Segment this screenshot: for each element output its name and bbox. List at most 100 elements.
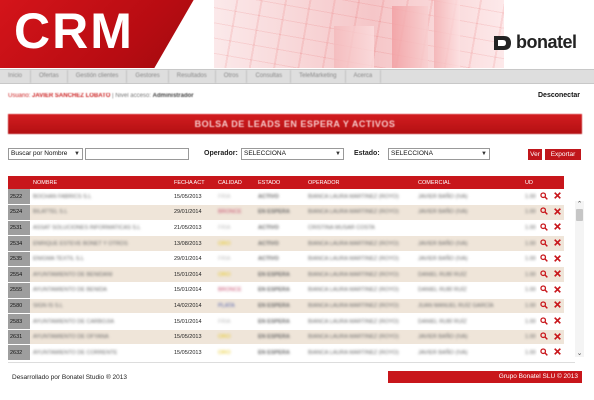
view-lead-search-icon[interactable] (540, 316, 548, 327)
row-name: ENIGMA TEXTIL S.L (33, 256, 85, 263)
row-name: AYUNTAMIENTO DE BENIDA (33, 287, 107, 294)
row-quality: ORO (218, 334, 231, 341)
column-header[interactable]: OPERADOR (305, 176, 415, 189)
delete-lead-close-icon[interactable] (554, 285, 561, 295)
row-ud: 1.00 (525, 256, 536, 263)
row-operator: BIANCA LAURA MARTINEZ (ROYO) (308, 334, 399, 341)
column-header[interactable]: CALIDAD (215, 176, 255, 189)
table-row[interactable]: 2531 ASSAT SOLUCIONES INFORMATICAS S.L 21/… (8, 220, 564, 237)
table-row[interactable]: 2522 BOCHAN FABRICS S.L 15/05/2013 FRIA ACTI… (8, 189, 564, 206)
operator-select-value: SELECCIONA (244, 150, 286, 157)
table-row[interactable]: 2632 AYUNTAMIENTO DE CORRENTE 15/05/2013 OR… (8, 344, 564, 362)
table-row[interactable]: 2631 AYUNTAMIENTO DE OFYANA 15/05/2013 ORO E… (8, 329, 564, 346)
view-lead-search-icon[interactable] (540, 270, 548, 280)
delete-lead-close-icon[interactable] (554, 192, 561, 201)
delete-lead-close-icon[interactable] (554, 270, 561, 279)
row-operator: BIANCA LAURA MARTINEZ (ROYO) (308, 256, 399, 263)
table-row[interactable]: 2555 AYUNTAMIENTO DE BENIDA 15/01/2014 BRON… (8, 282, 564, 299)
nav-item[interactable]: Consultas (247, 70, 292, 83)
column-header[interactable]: NOMBRE (30, 176, 171, 189)
column-header[interactable]: COMERCIAL (415, 176, 522, 189)
search-by-select[interactable]: Buscar por Nombre ▼ (8, 148, 83, 160)
row-id: 2534 (10, 240, 23, 247)
row-quality: BRONCE (218, 287, 242, 294)
header-decoration (214, 0, 504, 68)
export-button[interactable]: Exportar (545, 149, 581, 160)
column-header[interactable]: FECHA ACT (171, 176, 215, 189)
nav-item[interactable]: Gestión clientes (68, 70, 128, 83)
delete-lead-close-icon[interactable] (554, 254, 561, 264)
view-lead-search-icon[interactable] (540, 238, 548, 249)
row-ud: 1.00 (525, 302, 536, 309)
row-date: 13/08/2013 (174, 240, 202, 247)
row-name: SIGN IS S.L (33, 302, 63, 309)
state-select[interactable]: SELECCIONA ▼ (388, 148, 490, 160)
row-state: EN ESPERA (258, 334, 290, 341)
table-row[interactable]: 2580 SIGN IS S.L 14/02/2014 PLATA EN ESPERA B… (8, 298, 564, 315)
row-quality: ORO (218, 240, 231, 247)
row-comercial: JAVIER BAÑO (IVA) (418, 193, 468, 200)
row-state: ACTIVO (258, 240, 279, 247)
crm-page: CRM bonatel Inicio Ofertas Gestión cliente… (0, 0, 594, 400)
nav-item[interactable]: Otros (216, 70, 248, 83)
table-row[interactable]: 2554 AYUNTAMIENTO DE BENIDANI 15/01/2014 OR… (8, 266, 564, 284)
nav-item[interactable]: Acerca (346, 70, 382, 83)
row-comercial: DANIEL RUBÍ RUÍZ (418, 318, 467, 325)
delete-lead-close-icon[interactable] (554, 207, 561, 217)
table-row[interactable]: 2583 AYUNTAMIENTO DE CARBOJIA 15/01/2014 FR… (8, 313, 564, 330)
nav-item[interactable]: Resultados (169, 70, 216, 83)
row-operator: CRISTINA MUSAR COSTA (308, 224, 375, 231)
delete-lead-close-icon[interactable] (554, 301, 561, 310)
row-comercial: DANIEL RUBÍ RUÍZ (418, 287, 467, 294)
scroll-up-icon[interactable]: ⌃ (575, 201, 584, 208)
delete-lead-close-icon[interactable] (554, 348, 561, 357)
row-id: 2580 (10, 302, 23, 309)
row-operator: BIANCA LAURA MARTINEZ (ROYO) (308, 349, 399, 356)
table-row[interactable]: 2524 BILATTEL S.L 29/01/2014 BRONCE EN ESPER… (8, 204, 564, 221)
column-header[interactable]: UD (522, 176, 537, 189)
row-ud: 1.00 (525, 240, 536, 247)
row-name: AYUNTAMIENTO DE BENIDANI (33, 271, 113, 278)
view-lead-search-icon[interactable] (540, 191, 548, 202)
row-id: 2554 (10, 271, 23, 278)
main-nav: Inicio Ofertas Gestión clientes Gestores Res… (0, 69, 594, 84)
row-date: 15/01/2014 (174, 287, 202, 294)
view-lead-search-icon[interactable] (540, 254, 548, 264)
row-operator: BIANCA LAURA MARTINEZ (ROYO) (308, 302, 399, 309)
row-operator: BIANCA LAURA MARTINEZ (ROYO) (308, 271, 399, 278)
view-lead-search-icon[interactable] (540, 285, 548, 295)
delete-lead-close-icon[interactable] (554, 332, 561, 342)
view-lead-search-icon[interactable] (540, 223, 548, 233)
table-scrollbar[interactable]: ⌃ ⌄ (575, 201, 584, 357)
delete-lead-close-icon[interactable] (554, 239, 561, 248)
nav-item[interactable]: Inicio (0, 70, 32, 83)
row-operator: BIANCA LAURA MARTINEZ (ROYO) (308, 193, 399, 200)
scroll-thumb[interactable] (576, 209, 583, 221)
nav-item[interactable]: Gestores (127, 70, 169, 83)
page-title: BOLSA DE LEADS EN ESPERA Y ACTIVOS (8, 114, 582, 134)
operator-select[interactable]: SELECCIONA ▼ (241, 148, 344, 160)
nav-item[interactable]: TeleMarketing (291, 70, 346, 83)
logout-link[interactable]: Desconectar (538, 92, 580, 99)
scroll-down-icon[interactable]: ⌄ (575, 350, 584, 357)
view-lead-search-icon[interactable] (540, 207, 548, 217)
view-lead-search-icon[interactable] (540, 301, 548, 311)
delete-lead-close-icon[interactable] (554, 317, 561, 326)
row-date: 15/05/2013 (174, 193, 202, 200)
view-button[interactable]: Ver (528, 149, 542, 160)
brand-logo[interactable]: bonatel (492, 32, 577, 53)
table-row[interactable]: 2534 ENRIQUE ESTEVE BONET Y OTROS 13/08/20… (8, 235, 564, 252)
table-row[interactable]: 2535 ENIGMA TEXTIL S.L 29/01/2014 FRIA ACTIV… (8, 251, 564, 268)
row-name: ENRIQUE ESTEVE BONET Y OTROS (33, 240, 128, 247)
breadcrumb-user-label: Usuario: (8, 93, 31, 99)
column-header-actions (537, 176, 551, 189)
search-input[interactable] (85, 148, 189, 160)
brand-name: bonatel (516, 32, 577, 52)
state-label: Estado: (354, 150, 380, 157)
view-lead-search-icon[interactable] (540, 332, 548, 342)
bonatel-logo-icon (492, 33, 512, 53)
nav-item[interactable]: Ofertas (31, 70, 68, 83)
column-header[interactable]: ESTADO (255, 176, 305, 189)
view-lead-search-icon[interactable] (540, 348, 548, 358)
delete-lead-close-icon[interactable] (554, 223, 561, 232)
